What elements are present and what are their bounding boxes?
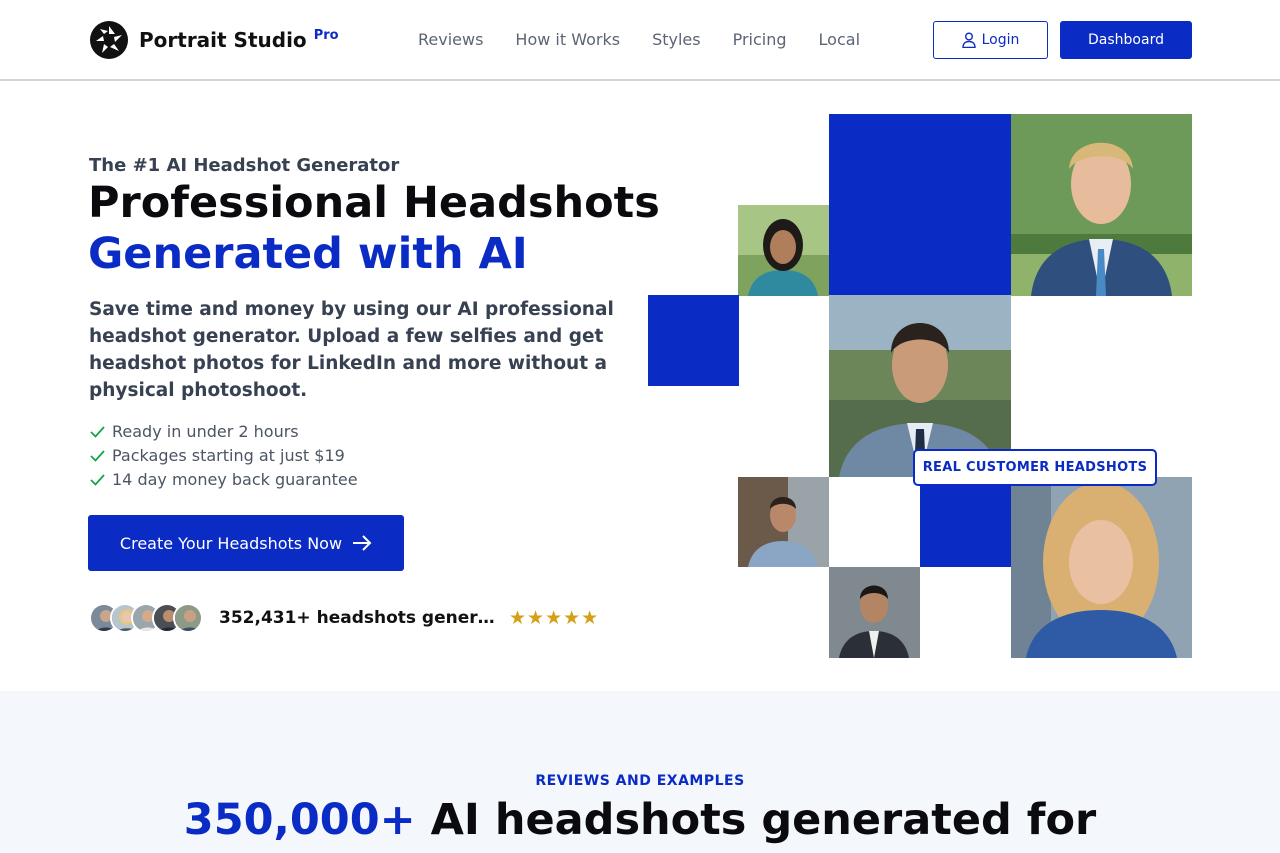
arrow-right-icon [353, 535, 372, 551]
reviews-title: 350,000+ AI headshots generated for [0, 795, 1280, 845]
feature-text: Packages starting at just $19 [112, 445, 345, 465]
blue-accent-tile [829, 114, 1011, 296]
blue-accent-tile [648, 295, 739, 386]
checkmark-icon [90, 425, 105, 438]
main-nav: Reviews How it Works Styles Pricing Loca… [418, 30, 860, 49]
hero-title-line2: Generated with AI [88, 229, 528, 279]
brand-pro-badge: Pro [313, 28, 339, 43]
hero-title: Professional Headshots Generated with AI [88, 178, 660, 280]
dashboard-button[interactable]: Dashboard [1060, 21, 1192, 59]
login-label: Login [981, 32, 1020, 48]
customer-avatars [89, 603, 203, 633]
reviews-section: REVIEWS AND EXAMPLES 350,000+ AI headsho… [0, 691, 1280, 853]
brand-name: Portrait Studio [139, 28, 307, 52]
hero-title-line1: Professional Headshots [88, 178, 660, 228]
headshot-photo [738, 205, 829, 296]
aperture-logo-icon [90, 21, 128, 59]
reviews-eyebrow: REVIEWS AND EXAMPLES [535, 773, 745, 789]
headshot-photo [738, 477, 829, 567]
feature-text: Ready in under 2 hours [112, 421, 299, 441]
checkmark-icon [90, 473, 105, 486]
feature-checklist: Ready in under 2 hours Packages starting… [89, 419, 358, 491]
rating-stars-icon: ★★★★★ [509, 607, 600, 629]
feature-item: 14 day money back guarantee [89, 467, 358, 491]
nav-link-pricing[interactable]: Pricing [733, 30, 787, 49]
hero-description: Save time and money by using our AI prof… [89, 299, 614, 401]
blue-accent-tile [920, 477, 1011, 567]
top-nav: Portrait Studio Pro Reviews How it Works… [0, 0, 1280, 81]
headshot-photo [829, 567, 920, 658]
social-proof: 352,431+ headshots generated ★★★★★ [89, 603, 599, 633]
headshot-photo [1011, 114, 1192, 296]
brand-logo[interactable]: Portrait Studio Pro [89, 20, 339, 60]
nav-link-reviews[interactable]: Reviews [418, 30, 483, 49]
create-headshots-button[interactable]: Create Your Headshots Now [88, 515, 404, 571]
nav-link-local[interactable]: Local [819, 30, 860, 49]
reviews-title-highlight: 350,000+ [183, 795, 416, 845]
headshots-count: 352,431+ headshots generated [219, 608, 497, 628]
user-icon [961, 32, 976, 48]
checkmark-icon [90, 449, 105, 462]
reviews-title-rest: AI headshots generated for [415, 795, 1097, 845]
nav-link-how-it-works[interactable]: How it Works [515, 30, 620, 49]
cta-label: Create Your Headshots Now [119, 533, 343, 553]
real-customer-headshots-badge: REAL CUSTOMER HEADSHOTS [913, 449, 1157, 486]
hero-eyebrow: The #1 AI Headshot Generator [89, 155, 400, 176]
nav-link-styles[interactable]: Styles [652, 30, 701, 49]
headshot-photo [1011, 477, 1192, 658]
feature-text: 14 day money back guarantee [112, 469, 358, 489]
avatar [173, 603, 203, 633]
feature-item: Packages starting at just $19 [89, 443, 358, 467]
login-button[interactable]: Login [933, 21, 1048, 59]
feature-item: Ready in under 2 hours [89, 419, 358, 443]
